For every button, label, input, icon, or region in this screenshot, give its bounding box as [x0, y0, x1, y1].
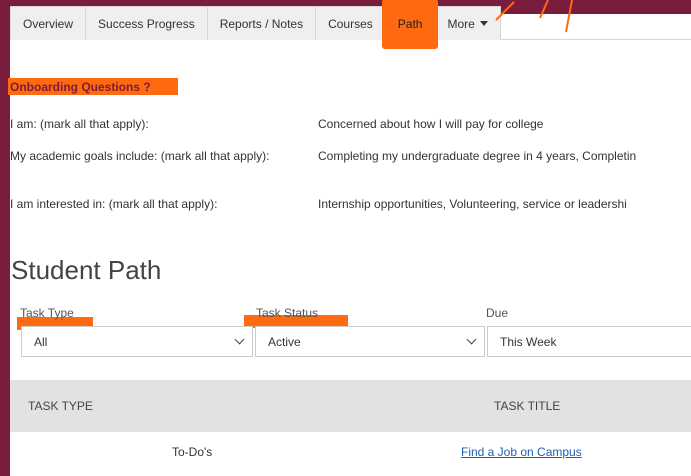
tab-label: Overview [23, 16, 74, 31]
tab-label: Courses [328, 16, 373, 31]
onboarding-question: I am: (mark all that apply): [10, 117, 149, 131]
onboarding-question: My academic goals include: (mark all tha… [10, 149, 270, 163]
task-type-label: Task Type [20, 306, 74, 320]
tab-path-highlight: Path [381, 0, 438, 49]
tab-label: Path [397, 16, 423, 31]
tab-success-progress[interactable]: Success Progress [85, 6, 208, 40]
chevron-down-icon [234, 334, 245, 345]
tab-overview[interactable]: Overview [10, 6, 87, 40]
onboarding-title: Onboarding Questions ? [10, 80, 151, 94]
column-header-task-title[interactable]: TASK TITLE [494, 399, 560, 413]
onboarding-answer: Concerned about how I will pay for colle… [318, 117, 544, 131]
task-type-select[interactable]: All [21, 326, 253, 357]
due-select[interactable]: This Week [487, 326, 691, 357]
task-title-link[interactable]: Find a Job on Campus [461, 445, 582, 459]
tab-label: More [447, 16, 475, 31]
select-value: This Week [500, 334, 557, 349]
onboarding-question: I am interested in: (mark all that apply… [10, 197, 218, 211]
annotation-stroke [565, 0, 573, 33]
table-header: TASK TYPE TASK TITLE [10, 380, 691, 432]
annotation-stroke [495, 1, 515, 21]
tab-label: Success Progress [98, 16, 195, 31]
onboarding-answer: Internship opportunities, Volunteering, … [318, 197, 627, 211]
page-title: Student Path [11, 255, 162, 285]
due-label: Due [486, 306, 509, 320]
annotation-lines [495, 0, 573, 33]
table-row: To-Do's Find a Job on Campus [10, 432, 691, 472]
tab-path[interactable]: Path [385, 6, 436, 40]
annotation-stroke [539, 0, 549, 19]
task-status-select[interactable]: Active [255, 326, 485, 357]
tab-courses[interactable]: Courses [315, 6, 386, 40]
select-value: All [34, 334, 48, 349]
task-status-label: Task Status [256, 306, 319, 320]
onboarding-answer: Completing my undergraduate degree in 4 … [318, 149, 637, 163]
column-header-task-type[interactable]: TASK TYPE [28, 399, 93, 413]
select-value: Active [268, 334, 301, 349]
tab-label: Reports / Notes [219, 16, 304, 31]
chevron-down-icon [466, 334, 477, 345]
caret-down-icon [479, 21, 488, 26]
task-type-cell: To-Do's [172, 445, 213, 459]
tab-reports-notes[interactable]: Reports / Notes [206, 6, 317, 40]
